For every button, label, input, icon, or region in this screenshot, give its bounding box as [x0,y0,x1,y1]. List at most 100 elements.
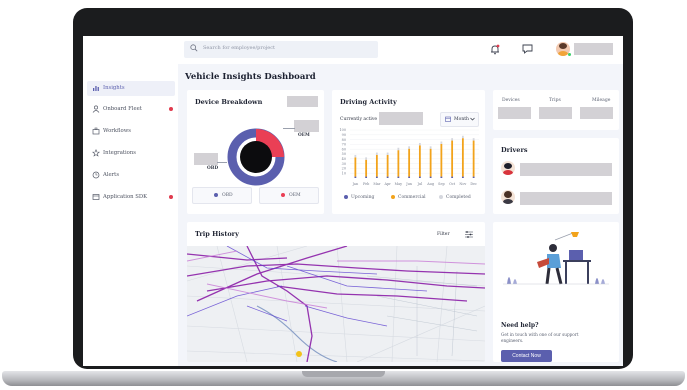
search-input[interactable]: Search for employee/project [184,41,378,58]
star-icon [92,149,100,157]
x-tick-label: Jan [352,182,359,186]
sidebar-item-application-sdk[interactable]: Application SDK [87,190,175,205]
bar-completed-nov [461,135,464,139]
bell-icon[interactable] [490,44,500,55]
sidebar-item-label: Alerts [103,172,120,178]
leader-line [283,128,295,129]
redacted-value [294,120,319,132]
x-tick-label: Jul [417,182,423,186]
contact-now-button[interactable]: Contact Now [501,350,552,362]
avatar[interactable] [501,190,515,204]
bar-commercial-nov [461,138,464,177]
sidebar-item-insights[interactable]: Insights [87,81,175,96]
bar-upcoming-mar [375,176,378,178]
bar-commercial-aug [429,148,432,177]
bar-completed-may [397,147,400,151]
redacted-value [520,192,612,205]
drivers-card: Drivers [493,138,619,214]
device-breakdown-title: Device Breakdown [195,98,263,106]
y-tick-label: 50 [342,152,346,156]
person-icon [92,105,100,113]
bar-commercial-sep [440,143,443,177]
trip-history-map[interactable] [187,246,485,362]
sidebar: Insights Onboard Fleet Workflows Integra… [83,64,178,366]
legend-oem[interactable]: OEM [259,187,319,204]
obd-swatch [214,193,218,197]
drivers-title: Drivers [501,146,528,154]
trip-history-title: Trip History [195,230,239,238]
redacted-value [539,107,572,119]
bar-commercial-may [397,150,400,177]
y-tick-label: 30 [342,162,346,166]
driving-activity-card: Driving Activity Currently active Month … [332,90,485,214]
x-tick-label: Jun [405,182,413,186]
top-bar: Search for employee/project [83,36,623,64]
y-tick-label: 100 [340,128,346,132]
y-tick-label: 60 [342,147,346,151]
redacted-value [580,107,613,119]
period-select[interactable]: Month [440,112,479,127]
x-tick-label: Mar [373,182,380,186]
bar-upcoming-apr [386,176,389,178]
legend-obd[interactable]: OBD [192,187,252,204]
redacted-value [379,112,423,125]
y-tick-label: 80 [342,138,346,142]
filter-button[interactable]: Filter [437,232,450,237]
sidebar-item-alerts[interactable]: Alerts [87,168,175,183]
device-donut-chart [227,128,285,186]
stat-label-devices: Devices [502,98,520,103]
bar-upcoming-nov [461,176,464,178]
bar-commercial-jan [354,157,357,177]
contact-now-label: Contact Now [512,353,541,359]
x-tick-label: Dec [470,182,477,186]
sidebar-item-workflows[interactable]: Workflows [87,124,175,139]
stats-card: Devices Trips Mileage [493,90,619,130]
y-tick-label: 40 [342,157,346,161]
sidebar-item-integrations[interactable]: Integrations [87,146,175,161]
chat-icon[interactable] [522,44,533,54]
help-text-line1: Get in touch with one of our support [501,332,579,337]
bar-completed-oct [451,138,454,141]
avatar[interactable] [501,161,515,175]
x-tick-label: Oct [449,182,456,186]
chevron-down-icon [470,117,475,121]
bar-commercial-dec [472,140,475,177]
stat-label-trips: Trips [549,98,561,103]
bar-commercial-jul [418,145,421,177]
support-illustration [503,232,609,285]
calendar-icon [445,116,451,122]
help-card: Need help? Get in touch with one of our … [493,222,619,362]
sidebar-item-label: Workflows [103,128,131,134]
leader-line [217,162,227,163]
clock-icon [92,171,100,179]
driving-activity-bar-chart: 100908070605040302010 Jan Feb Mar Apr May Jun J… [340,128,479,186]
x-tick-label: Nov [459,182,466,186]
bar-upcoming-jul [418,176,421,178]
y-tick-label: 10 [342,171,346,175]
bar-upcoming-feb [365,176,368,178]
y-tick-label: 20 [342,167,346,171]
legend-completed: Completed [446,195,471,200]
sidebar-item-label: Application SDK [103,194,148,200]
x-tick-label: Feb [363,182,369,186]
user-name-redacted [574,43,613,55]
oem-swatch [281,193,285,197]
oem-label: OEM [298,133,310,138]
laptop-notch [302,371,385,377]
help-title: Need help? [501,322,539,329]
online-indicator [568,53,571,56]
redacted-value [520,163,612,176]
search-placeholder: Search for employee/project [203,45,276,51]
bar-upcoming-aug [429,176,432,178]
sidebar-item-onboard-fleet[interactable]: Onboard Fleet [87,102,175,117]
x-tick-label: May [395,182,402,186]
sidebar-item-label: Integrations [103,150,136,156]
bar-upcoming-jun [408,176,411,178]
bar-commercial-jun [408,148,411,177]
bar-completed-mar [375,152,378,155]
bar-upcoming-may [397,176,400,178]
bar-completed-sep [440,141,443,144]
filter-icon[interactable] [465,231,473,238]
page-title: Vehicle Insights Dashboard [185,72,316,82]
bar-chart-icon [93,86,99,91]
